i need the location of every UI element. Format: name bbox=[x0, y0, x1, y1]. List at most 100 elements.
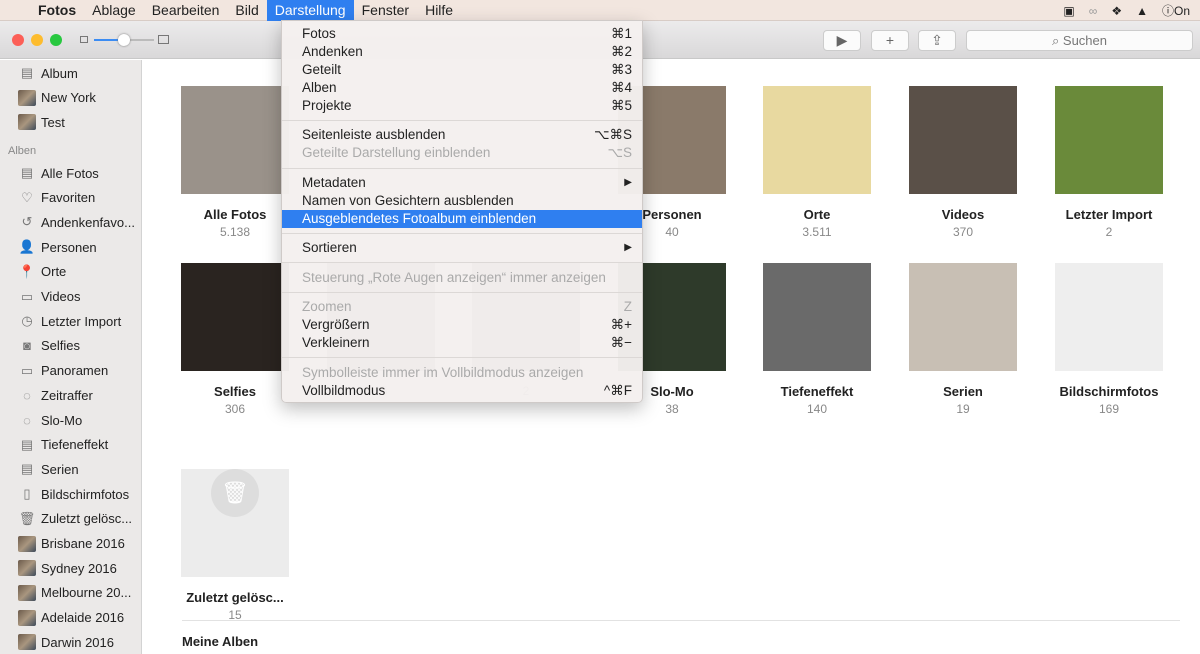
sidebar-item-zeitraffer[interactable]: ◌ Zeitraffer bbox=[18, 384, 93, 406]
sidebar-item-orte[interactable]: 📍 Orte bbox=[18, 261, 66, 283]
sidebar-item-letzter-import[interactable]: ◷ Letzter Import bbox=[18, 310, 121, 332]
sidebar-item-slo-mo[interactable]: ◌ Slo-Mo bbox=[18, 409, 82, 431]
apple-menu-icon[interactable] bbox=[0, 0, 30, 21]
menu-item-zoomen: Zoomen Z bbox=[282, 298, 642, 316]
shortcut: ⌘+ bbox=[610, 317, 632, 332]
minimize-button[interactable] bbox=[31, 34, 43, 46]
submenu-arrow-icon: ▶ bbox=[624, 242, 632, 253]
slider-knob[interactable] bbox=[118, 34, 130, 46]
album-thumbnail bbox=[181, 86, 289, 194]
album-icon: 🗑 bbox=[18, 510, 36, 526]
album-thumbnail bbox=[763, 86, 871, 194]
sidebar-item-videos[interactable]: ▭ Videos bbox=[18, 286, 81, 308]
creative-cloud-icon[interactable]: ∞ bbox=[1089, 4, 1098, 18]
sidebar-item-label: Selfies bbox=[41, 338, 81, 354]
menu-bild[interactable]: Bild bbox=[227, 0, 266, 21]
sidebar-item-selfies[interactable]: ◙ Selfies bbox=[18, 335, 80, 357]
menu-item-geteilt[interactable]: Geteilt ⌘3 bbox=[282, 61, 642, 79]
album-icon: ▤ bbox=[20, 461, 34, 477]
shortcut: Z bbox=[623, 299, 632, 314]
sidebar-item-tiefeneffekt[interactable]: ▤ Tiefeneffekt bbox=[18, 434, 108, 456]
sidebar-item-label: Test bbox=[41, 114, 65, 130]
album-name: Videos bbox=[941, 207, 985, 222]
menu-item-ausgeblendetes-fotoalbum-einblenden[interactable]: Ausgeblendetes Fotoalbum einblenden bbox=[282, 210, 642, 228]
album-thumbnail bbox=[909, 86, 1017, 194]
menu-item-label: Namen von Gesichtern ausblenden bbox=[302, 193, 514, 208]
menu-hilfe[interactable]: Hilfe bbox=[417, 0, 461, 21]
sidebar-item-brisbane-2016[interactable]: Brisbane 2016 bbox=[18, 533, 125, 555]
album-tile[interactable]: Bildschirmfotos 169 bbox=[1036, 263, 1182, 416]
menu-item-namen-von-gesichtern-ausblenden[interactable]: Namen von Gesichtern ausblenden bbox=[282, 192, 642, 210]
album-thumbnail-icon bbox=[18, 560, 36, 577]
sidebar-item-personen[interactable]: 👤 Personen bbox=[18, 236, 97, 258]
album-icon: ◌ bbox=[23, 412, 31, 428]
menu-ablage[interactable]: Ablage bbox=[84, 0, 144, 21]
menu-fotos[interactable]: Fotos bbox=[30, 0, 84, 21]
sidebar-item-label: Serien bbox=[41, 461, 79, 477]
menu-item-alben[interactable]: Alben ⌘4 bbox=[282, 79, 642, 97]
shortcut: ⌘1 bbox=[610, 26, 632, 41]
sidebar-item-panoramen[interactable]: ▭ Panoramen bbox=[18, 360, 108, 382]
album-icon: ◙ bbox=[23, 338, 31, 354]
menu-separator bbox=[282, 233, 642, 234]
shortcut: ⌘2 bbox=[610, 44, 632, 59]
album-thumbnail-icon bbox=[18, 114, 36, 131]
size-slider[interactable] bbox=[80, 34, 170, 46]
sidebar-item-label: Letzter Import bbox=[41, 313, 122, 329]
album-tile[interactable]: Tiefeneffekt 140 bbox=[744, 263, 890, 416]
sidebar-item-adelaide-2016[interactable]: Adelaide 2016 bbox=[18, 607, 124, 629]
album-icon: ♡ bbox=[21, 189, 33, 205]
menu-item-vergr-ern[interactable]: Vergrößern ⌘+ bbox=[282, 316, 642, 334]
menu-item-verkleinern[interactable]: Verkleinern ⌘− bbox=[282, 334, 642, 352]
menu-fenster[interactable]: Fenster bbox=[354, 0, 417, 21]
menu-bearbeiten[interactable]: Bearbeiten bbox=[144, 0, 228, 21]
menu-item-seitenleiste-ausblenden[interactable]: Seitenleiste ausblenden ⌥⌘S bbox=[282, 126, 642, 144]
bookmark-icon[interactable]: ▣ bbox=[1063, 4, 1074, 18]
shortcut: ⌘4 bbox=[610, 80, 632, 95]
album-tile[interactable]: Letzter Import 2 bbox=[1036, 86, 1182, 239]
menu-item-label: Vergrößern bbox=[302, 317, 370, 332]
album-tile[interactable]: Videos 370 bbox=[890, 86, 1036, 239]
sidebar-item-label: Bildschirmfotos bbox=[41, 486, 130, 502]
menu-item-andenken[interactable]: Andenken ⌘2 bbox=[282, 43, 642, 61]
power-icon[interactable]: ⓘOn bbox=[1162, 2, 1190, 19]
menu-item-metadaten[interactable]: Metadaten ▶ bbox=[282, 174, 642, 192]
menu-item-vollbildmodus[interactable]: Vollbildmodus ^⌘F bbox=[282, 382, 642, 400]
album-name: Serien bbox=[943, 384, 983, 399]
slideshow-button[interactable]: ▶ bbox=[823, 30, 861, 51]
menu-item-label: Geteilte Darstellung einblenden bbox=[302, 145, 491, 160]
sidebar-item-zuletzt-gel-sc-[interactable]: 🗑 Zuletzt gelösc... bbox=[18, 508, 132, 530]
close-button[interactable] bbox=[12, 34, 24, 46]
sidebar-item-alle-fotos[interactable]: ▤ Alle Fotos bbox=[18, 162, 99, 184]
sidebar-item-melbourne-20-[interactable]: Melbourne 20... bbox=[18, 582, 131, 604]
shortcut: ⌥S bbox=[607, 145, 632, 160]
menu-darstellung[interactable]: Darstellung bbox=[266, 0, 354, 21]
sidebar-item-favoriten[interactable]: ♡ Favoriten bbox=[18, 187, 95, 209]
share-button[interactable]: ⇪ bbox=[918, 30, 956, 51]
small-photo-icon bbox=[80, 36, 88, 43]
sidebar-item-serien[interactable]: ▤ Serien bbox=[18, 458, 79, 480]
menu-item-fotos[interactable]: Fotos ⌘1 bbox=[282, 25, 642, 43]
sidebar-item-album[interactable]: ▤ Album bbox=[18, 62, 78, 84]
sidebar-item-label: Zeitraffer bbox=[41, 387, 93, 403]
sidebar-item-test[interactable]: Test bbox=[18, 111, 65, 133]
zoom-button[interactable] bbox=[50, 34, 62, 46]
sidebar-item-darwin-2016[interactable]: Darwin 2016 bbox=[18, 631, 114, 653]
sidebar-item-bildschirmfotos[interactable]: ▯ Bildschirmfotos bbox=[18, 483, 129, 505]
dropbox-icon[interactable]: ❖ bbox=[1111, 4, 1122, 18]
sidebar-item-new-york[interactable]: New York bbox=[18, 87, 96, 109]
sidebar-item-andenkenfavo-[interactable]: ↺ Andenkenfavo... bbox=[18, 211, 135, 233]
drive-icon[interactable]: ▲ bbox=[1136, 4, 1148, 18]
album-tile[interactable]: Serien 19 bbox=[890, 263, 1036, 416]
menu-item-sortieren[interactable]: Sortieren ▶ bbox=[282, 239, 642, 257]
search-input[interactable]: ⌕ Suchen bbox=[966, 30, 1193, 51]
album-tile[interactable]: Orte 3.511 bbox=[744, 86, 890, 239]
add-button[interactable]: + bbox=[871, 30, 909, 51]
sidebar-item-label: Favoriten bbox=[41, 190, 96, 206]
large-photo-icon bbox=[158, 35, 169, 44]
album-tile[interactable]: 🗑 Zuletzt gelösc... 15 bbox=[162, 439, 308, 622]
menu-item-projekte[interactable]: Projekte ⌘5 bbox=[282, 97, 642, 115]
album-thumbnail-icon bbox=[18, 535, 36, 552]
menu-separator bbox=[282, 262, 642, 263]
sidebar-item-sydney-2016[interactable]: Sydney 2016 bbox=[18, 557, 117, 579]
